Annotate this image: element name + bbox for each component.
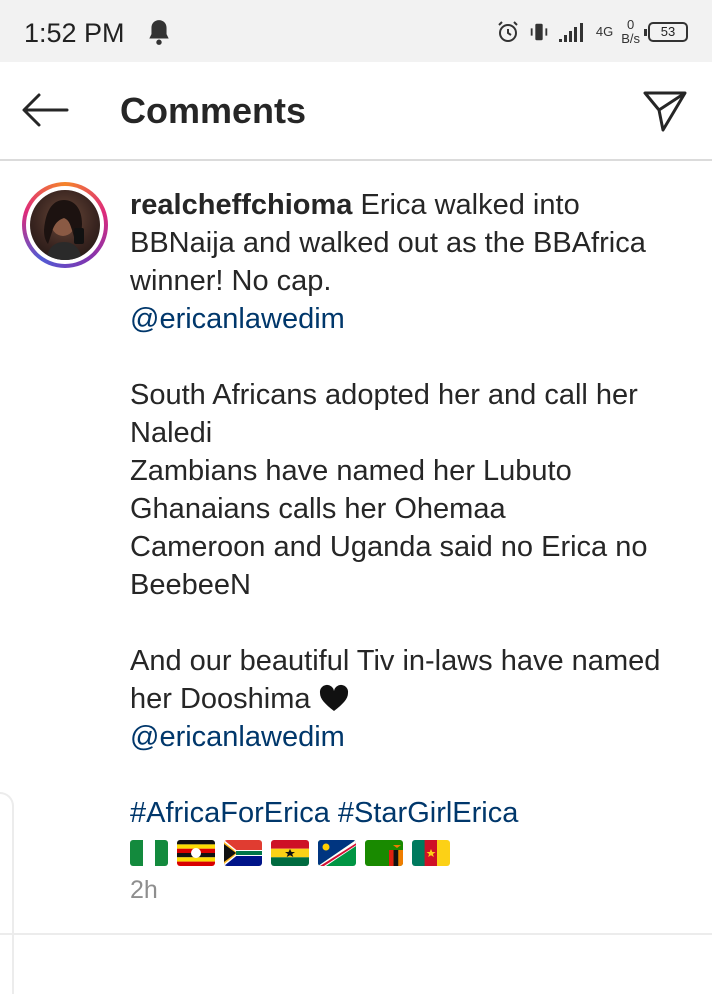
- back-arrow-icon: [22, 93, 69, 127]
- comment-text: realcheffchioma Erica walked into BBNaij…: [130, 186, 690, 872]
- cameroon-line: Cameroon and Uganda said no Erica no Bee…: [130, 531, 648, 601]
- status-bar: 1:52 PM 4G 0 B/s 53: [0, 0, 712, 62]
- alarm-icon: [498, 21, 518, 42]
- ghana-flag-icon: [271, 840, 309, 866]
- back-button[interactable]: [18, 86, 72, 134]
- flag-emoji-row: [130, 834, 690, 872]
- vibrate-icon: [530, 23, 548, 41]
- comment-timestamp: 2h: [130, 876, 158, 904]
- avatar[interactable]: [22, 182, 108, 268]
- avatar-border: [26, 186, 104, 264]
- signal-icon: [558, 23, 583, 42]
- comment-username[interactable]: realcheffchioma: [130, 189, 352, 221]
- network-speed-value: 0: [626, 17, 635, 32]
- network-speed-unit: B/s: [621, 31, 640, 46]
- network-speed: 0 B/s: [621, 18, 640, 46]
- zambia-flag-icon: [365, 840, 403, 866]
- share-button[interactable]: [638, 86, 692, 136]
- page-title: Comments: [120, 90, 307, 131]
- battery-indicator: 53: [644, 22, 688, 42]
- namibia-flag-icon: [318, 840, 356, 866]
- avatar-image: [30, 190, 100, 260]
- tiv-line-wrapper: And our beautiful Tiv in-laws have named…: [130, 642, 690, 718]
- bottom-divider: [0, 933, 712, 935]
- status-time: 1:52 PM: [24, 18, 125, 48]
- comment-first-paragraph: realcheffchioma Erica walked into BBNaij…: [130, 186, 690, 300]
- zambia-line: Zambians have named her Lubuto: [130, 455, 572, 487]
- uganda-flag-icon: [177, 840, 215, 866]
- battery-level: 53: [660, 24, 676, 39]
- mention-link-2[interactable]: @ericanlawedim: [130, 721, 345, 753]
- notification-bell-icon: [149, 20, 169, 45]
- nigeria-flag-icon: [130, 840, 168, 866]
- south-africa-flag-icon: [224, 840, 262, 866]
- black-heart-icon: [319, 684, 348, 711]
- mention-link[interactable]: @ericanlawedim: [130, 303, 345, 335]
- cameroon-flag-icon: [412, 840, 450, 866]
- status-icons: 4G 0 B/s 53: [496, 14, 688, 50]
- paper-plane-icon: [643, 91, 687, 132]
- background-card-edge: [0, 792, 14, 994]
- hashtags[interactable]: #AfricaForErica #StarGirlErica: [130, 797, 518, 829]
- tiv-line: And our beautiful Tiv in-laws have named…: [130, 645, 661, 715]
- comments-header: Comments: [0, 62, 712, 161]
- ghana-line: Ghanaians calls her Ohemaa: [130, 493, 506, 525]
- profile-photo-icon: [44, 200, 84, 260]
- network-type: 4G: [595, 24, 614, 39]
- south-africa-line: South Africans adopted her and call her …: [130, 379, 638, 449]
